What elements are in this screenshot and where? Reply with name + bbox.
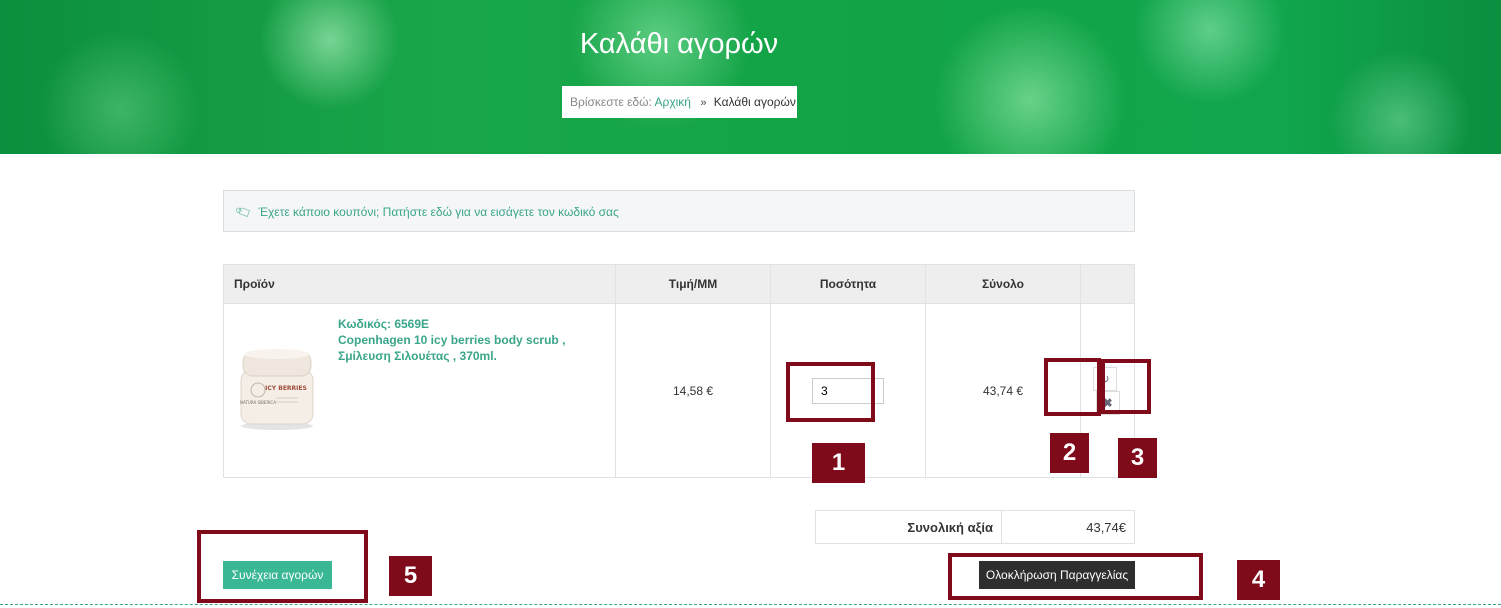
order-totals: Συνολική αξία 43,74€ <box>815 510 1135 544</box>
column-total: Σύνολο <box>925 264 1081 304</box>
callout-number-1: 1 <box>812 443 865 483</box>
product-image[interactable]: ICY BERRIES NATURA SIBERICA <box>236 342 318 432</box>
cart-header-row: Προϊόν Τιμή/ΜΜ Ποσότητα Σύνολο <box>223 264 1135 304</box>
column-product: Προϊόν <box>223 264 616 304</box>
column-price: Τιμή/ΜΜ <box>615 264 771 304</box>
callout-number-2: 2 <box>1050 433 1089 473</box>
product-code: Κωδικός: 6569E <box>338 317 430 331</box>
breadcrumb-current: Καλάθι αγορών <box>713 95 796 109</box>
callout-number-3: 3 <box>1118 438 1157 478</box>
column-actions <box>1080 264 1135 304</box>
callout-frame-remove <box>1101 359 1151 414</box>
column-quantity: Ποσότητα <box>770 264 926 304</box>
tag-icon: 🏷︎ <box>233 202 254 222</box>
callout-frame-quantity <box>786 362 875 422</box>
price-cell: 14,58 € <box>615 303 771 478</box>
breadcrumb-separator: » <box>700 97 707 109</box>
callout-number-4: 4 <box>1237 560 1280 600</box>
product-image-brand: NATURA SIBERICA <box>240 400 276 405</box>
callout-frame-update <box>1044 358 1101 416</box>
breadcrumb-home-link[interactable]: Αρχική <box>655 95 691 109</box>
product-name-link[interactable]: Copenhagen 10 icy berries body scrub , Σ… <box>338 332 598 364</box>
cart-table: Προϊόν Τιμή/ΜΜ Ποσότητα Σύνολο ICY BERRI… <box>223 264 1135 478</box>
breadcrumb: Βρίσκεστε εδώ: Αρχική » Καλάθι αγορών <box>562 86 797 118</box>
product-info: Κωδικός: 6569E Copenhagen 10 icy berries… <box>338 316 598 364</box>
cart-item-row: ICY BERRIES NATURA SIBERICA Κωδικός: 656… <box>223 303 1135 478</box>
coupon-notice[interactable]: 🏷︎ Έχετε κάποιο κουπόνι; Πατήστε εδώ για… <box>223 190 1135 232</box>
product-cell: ICY BERRIES NATURA SIBERICA Κωδικός: 656… <box>223 303 616 478</box>
product-image-text: ICY BERRIES <box>265 385 307 392</box>
section-divider <box>0 604 1501 605</box>
page-title: Καλάθι αγορών <box>579 28 779 60</box>
callout-frame-continue <box>197 530 368 603</box>
callout-frame-checkout <box>948 553 1203 600</box>
page-banner: Καλάθι αγορών Βρίσκεστε εδώ: Αρχική » Κα… <box>0 0 1501 154</box>
total-value: 43,74€ <box>1001 510 1135 544</box>
breadcrumb-prefix: Βρίσκεστε εδώ: <box>570 95 652 109</box>
coupon-link[interactable]: Έχετε κάποιο κουπόνι; Πατήστε εδώ για να… <box>259 205 619 219</box>
total-label: Συνολική αξία <box>815 510 1002 544</box>
callout-number-5: 5 <box>389 556 432 596</box>
